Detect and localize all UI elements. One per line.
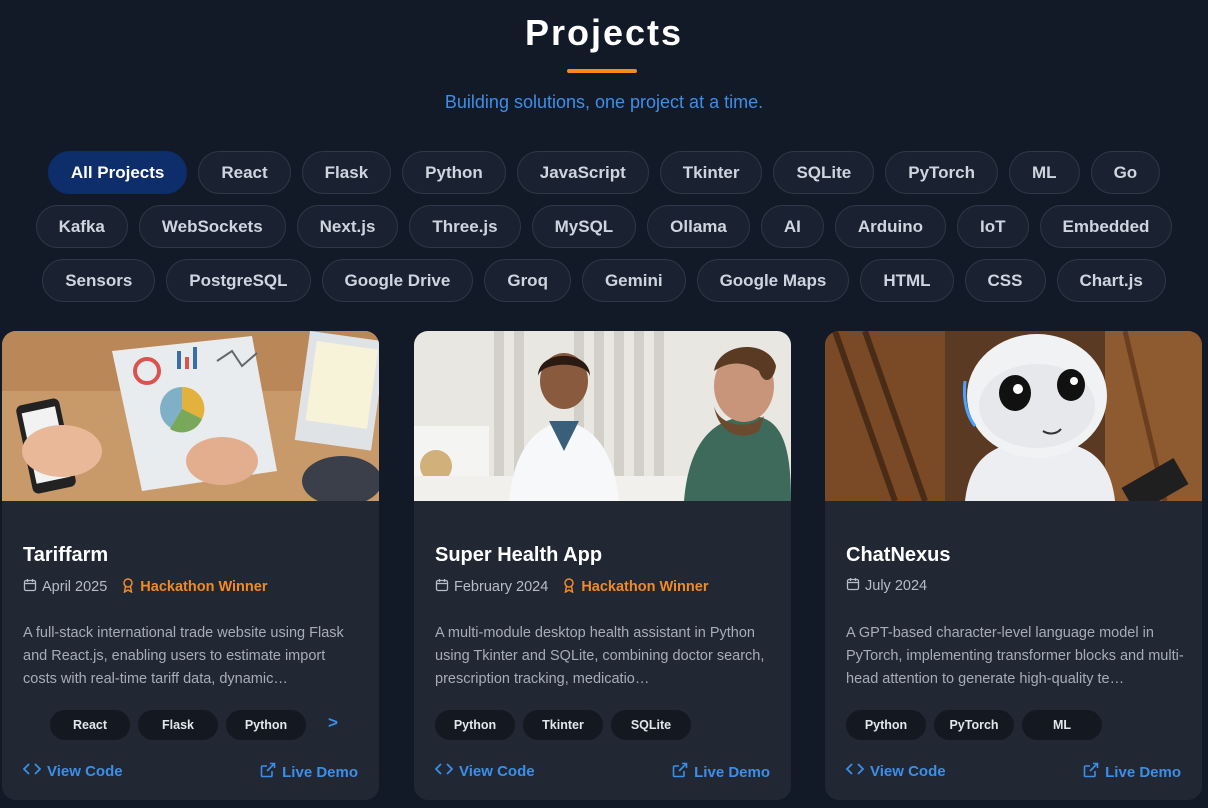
award-label: Hackathon Winner — [581, 579, 709, 595]
filter-chip-websockets[interactable]: WebSockets — [138, 205, 286, 248]
tags-next-arrow[interactable]: > — [328, 713, 338, 733]
calendar-icon — [23, 578, 37, 596]
filter-chip-sensors[interactable]: Sensors — [42, 259, 156, 302]
filter-chip-ollama[interactable]: Ollama — [647, 205, 750, 248]
project-image[interactable] — [2, 331, 379, 501]
project-description: A full-stack international trade website… — [23, 625, 344, 687]
project-date: July 2024 — [865, 578, 928, 594]
project-card-super-health-app: Super Health App February 2024 Hackathon… — [414, 331, 791, 800]
tech-tag: ML — [1022, 710, 1102, 740]
award-icon — [121, 577, 135, 597]
filter-chip-google-maps[interactable]: Google Maps — [696, 259, 850, 302]
filter-chip-css[interactable]: CSS — [964, 259, 1046, 302]
filter-chip-kafka[interactable]: Kafka — [35, 205, 128, 248]
project-description: A multi-module desktop health assistant … — [435, 625, 765, 687]
view-code-label: View Code — [459, 762, 535, 780]
live-demo-link[interactable]: Live Demo — [260, 762, 358, 782]
tech-tag: Tkinter — [523, 710, 603, 740]
project-title: ChatNexus — [846, 544, 951, 566]
tech-tag: PyTorch — [934, 710, 1014, 740]
external-link-icon — [672, 762, 688, 782]
filter-row-2: Kafka WebSockets Next.js Three.js MySQL … — [0, 205, 1208, 248]
view-code-link[interactable]: View Code — [845, 762, 946, 780]
project-description: A GPT-based character-level language mod… — [846, 625, 1184, 687]
project-title: Super Health App — [435, 544, 603, 566]
filter-row-1: All Projects React Flask Python JavaScri… — [0, 151, 1208, 194]
project-date: February 2024 — [454, 579, 549, 595]
external-link-icon — [260, 762, 276, 782]
tech-tags: Python PyTorch ML — [846, 710, 1102, 740]
tech-tag: Python — [435, 710, 515, 740]
project-meta: July 2024 — [846, 577, 927, 595]
tech-tags: Python Tkinter SQLite — [435, 710, 691, 740]
filter-chip-html[interactable]: HTML — [860, 259, 954, 302]
award-label: Hackathon Winner — [140, 579, 268, 595]
view-code-link[interactable]: View Code — [434, 762, 535, 780]
project-card-tariffarm: Tariffarm April 2025 Hackathon Winner A … — [2, 331, 379, 800]
project-image[interactable] — [414, 331, 791, 501]
filter-chip-javascript[interactable]: JavaScript — [516, 151, 649, 194]
filter-chip-threejs[interactable]: Three.js — [409, 205, 521, 248]
filter-chip-groq[interactable]: Groq — [484, 259, 571, 302]
project-meta: April 2025 Hackathon Winner — [23, 577, 267, 597]
filter-chip-all-projects[interactable]: All Projects — [47, 151, 188, 194]
award-badge: Hackathon Winner — [121, 577, 267, 597]
tech-tag: SQLite — [611, 710, 691, 740]
tech-tag: React — [50, 710, 130, 740]
project-card-chatnexus: ChatNexus July 2024 A GPT-based characte… — [825, 331, 1202, 800]
code-icon — [434, 762, 454, 780]
tech-tag: Python — [226, 710, 306, 740]
filter-chip-sqlite[interactable]: SQLite — [773, 151, 875, 194]
filter-bar: All Projects React Flask Python JavaScri… — [0, 151, 1208, 313]
filter-chip-postgresql[interactable]: PostgreSQL — [166, 259, 311, 302]
view-code-label: View Code — [47, 762, 123, 780]
live-demo-link[interactable]: Live Demo — [672, 762, 770, 782]
code-icon — [22, 762, 42, 780]
tech-tag: Flask — [138, 710, 218, 740]
external-link-icon — [1083, 762, 1099, 782]
live-demo-label: Live Demo — [1105, 763, 1181, 781]
filter-row-3: Sensors PostgreSQL Google Drive Groq Gem… — [0, 259, 1208, 302]
award-icon — [562, 577, 576, 597]
code-icon — [845, 762, 865, 780]
filter-chip-react[interactable]: React — [198, 151, 291, 194]
project-meta: February 2024 Hackathon Winner — [435, 577, 708, 597]
view-code-label: View Code — [870, 762, 946, 780]
filter-chip-nextjs[interactable]: Next.js — [296, 205, 399, 248]
filter-chip-mysql[interactable]: MySQL — [531, 205, 637, 248]
view-code-link[interactable]: View Code — [22, 762, 123, 780]
live-demo-link[interactable]: Live Demo — [1083, 762, 1181, 782]
title-underline — [567, 69, 637, 73]
filter-chip-python[interactable]: Python — [402, 151, 506, 194]
filter-chip-chartjs[interactable]: Chart.js — [1056, 259, 1166, 302]
filter-chip-ai[interactable]: AI — [760, 205, 824, 248]
project-title: Tariffarm — [23, 544, 109, 566]
calendar-icon — [846, 577, 860, 595]
filter-chip-google-drive[interactable]: Google Drive — [321, 259, 474, 302]
filter-chip-embedded[interactable]: Embedded — [1039, 205, 1173, 248]
filter-chip-ml[interactable]: ML — [1009, 151, 1080, 194]
filter-chip-iot[interactable]: IoT — [957, 205, 1029, 248]
tech-tags: React Flask Python — [50, 710, 306, 740]
tech-tag: Python — [846, 710, 926, 740]
page-title: Projects — [524, 12, 684, 53]
project-date: April 2025 — [42, 579, 108, 595]
filter-chip-gemini[interactable]: Gemini — [581, 259, 686, 302]
filter-chip-flask[interactable]: Flask — [301, 151, 392, 194]
live-demo-label: Live Demo — [282, 763, 358, 781]
live-demo-label: Live Demo — [694, 763, 770, 781]
page-subtitle: Building solutions, one project at a tim… — [444, 92, 764, 112]
project-image[interactable] — [825, 331, 1202, 501]
award-badge: Hackathon Winner — [562, 577, 708, 597]
filter-chip-tkinter[interactable]: Tkinter — [659, 151, 763, 194]
filter-chip-go[interactable]: Go — [1090, 151, 1161, 194]
filter-chip-arduino[interactable]: Arduino — [834, 205, 947, 248]
calendar-icon — [435, 578, 449, 596]
filter-chip-pytorch[interactable]: PyTorch — [885, 151, 999, 194]
